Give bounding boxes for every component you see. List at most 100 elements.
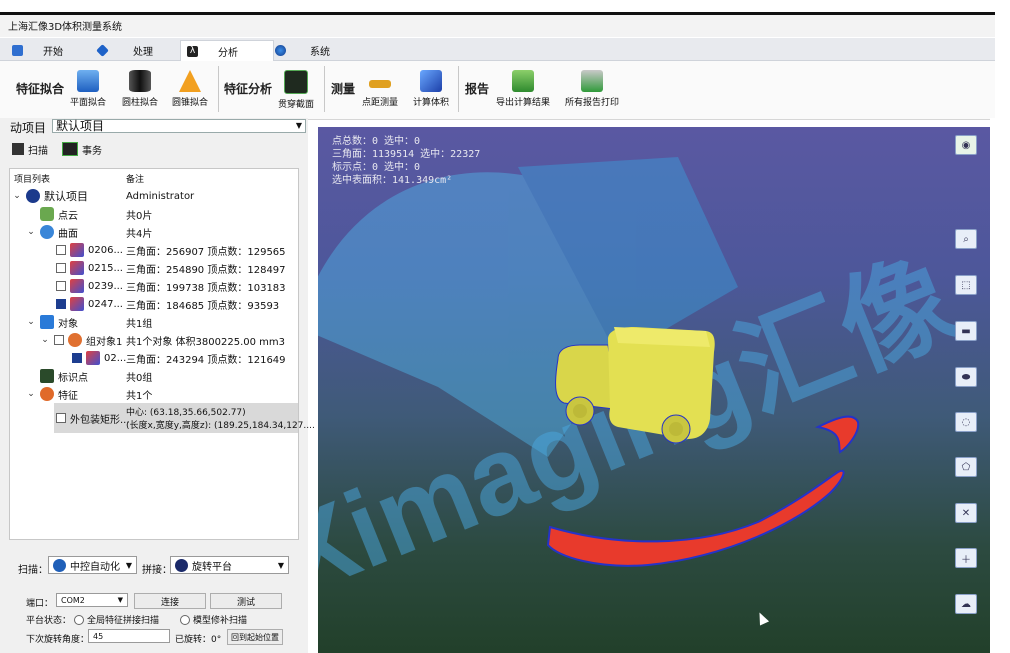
project-tree: 项目列表 备注 ⌄ 默认项目 Administrator 点云 共0片 ⌄ 曲面… (9, 168, 315, 540)
print-all-reports-button[interactable]: 所有报告打印 (563, 70, 621, 108)
radio-global-feature-scan[interactable]: 全局特征拼接扫描 (74, 613, 159, 626)
task-icon (62, 142, 78, 156)
tree-node-markers[interactable]: 标识点 共0组 (10, 367, 298, 385)
cross-section-button[interactable]: 贯穿截面 (268, 70, 324, 110)
checkbox[interactable] (54, 335, 64, 345)
test-button[interactable]: 测试 (210, 593, 282, 609)
tree-node-surface-4[interactable]: 0247... 三角面：184685 顶点数：93593 (10, 295, 298, 313)
radio-model-repair-scan[interactable]: 模型修补扫描 (180, 613, 247, 626)
scan-mode-icon (53, 558, 66, 572)
ribbon-separator (458, 66, 459, 112)
stitch-label: 拼接： (142, 565, 172, 576)
plane-fit-button[interactable]: 平面拟合 (60, 70, 116, 108)
checkbox-checked[interactable] (56, 299, 66, 309)
chevron-down-icon: ⌄ (41, 335, 49, 345)
diamond-icon (96, 43, 109, 57)
subtab-scan[interactable]: 扫描 (12, 141, 48, 157)
tree-node-pointcloud[interactable]: 点云 共0片 (10, 205, 298, 223)
eye-icon[interactable]: ◉ (955, 135, 977, 155)
compute-volume-button[interactable]: 计算体积 (403, 70, 459, 108)
checkbox[interactable] (56, 281, 66, 291)
tree-node-group-item[interactable]: 02... 三角面：243294 顶点数：121649 (10, 349, 298, 367)
group-feature-analysis: 特征分析 (224, 82, 273, 96)
connect-button[interactable]: 连接 (134, 593, 206, 609)
tree-node-group-1[interactable]: ⌄ 组对象1 共1个对象 体积3800225.00 mm3 (10, 331, 298, 349)
cloud-icon[interactable]: ☁ (955, 594, 977, 614)
delete-selection-icon[interactable]: ✕ (955, 503, 977, 523)
surface-icon (40, 225, 54, 239)
window-title: 上海汇像3D体积测量系统 (8, 22, 123, 33)
objects-icon (40, 315, 54, 329)
tab-system[interactable]: 系统 (275, 40, 345, 60)
scan-mode-select[interactable]: 中控自动化 ▼ (48, 556, 137, 574)
checkbox[interactable] (56, 413, 66, 423)
mesh-icon (70, 297, 84, 311)
cross-section-icon (284, 70, 308, 94)
rotated-status: 已旋转：0° (175, 635, 222, 645)
next-angle-label: 下次旋转角度： (26, 635, 90, 645)
radio-button[interactable] (180, 614, 190, 625)
export-results-button[interactable]: 导出计算结果 (494, 70, 552, 108)
ribbon-separator (218, 66, 219, 112)
chevron-down-icon: ▼ (295, 121, 302, 130)
rectangle-select-icon[interactable]: ▬ (955, 321, 977, 341)
cone-icon (179, 70, 201, 92)
tree-node-bounding-box[interactable]: 外包装矩形... 中心: (63.18,35.66,502.77) (长度x,宽… (54, 403, 315, 433)
printer-icon (581, 70, 603, 92)
tab-analysis[interactable]: λ 分析 (180, 40, 274, 61)
stitch-mode-select[interactable]: 旋转平台 ▼ (170, 556, 289, 574)
tree-node-surface-3[interactable]: 0239... 三角面：199738 顶点数：103183 (10, 277, 298, 295)
project-select[interactable]: 默认项目 ▼ (52, 119, 306, 133)
3d-viewport[interactable]: Ximaging汇像 (318, 127, 990, 653)
add-selection-icon[interactable]: ＋ (955, 548, 977, 568)
tab-process[interactable]: 处理 (96, 40, 172, 60)
export-icon (512, 70, 534, 92)
lasso-select-icon[interactable]: ◌ (955, 412, 977, 432)
distance-measure-button[interactable]: 点距测量 (352, 70, 408, 108)
feature-icon (40, 387, 54, 401)
pointcloud-icon (40, 207, 54, 221)
tree-node-features[interactable]: ⌄ 特征 共1个 (10, 385, 298, 403)
chevron-down-icon: ▼ (277, 560, 284, 570)
next-angle-input[interactable]: 45 (88, 629, 170, 643)
return-home-button[interactable]: 回到起始位置 (227, 629, 283, 645)
tree-header-name: 项目列表 (14, 175, 51, 185)
cylinder-icon (129, 70, 151, 92)
ellipse-select-icon[interactable]: ⬬ (955, 367, 977, 387)
checkbox-checked[interactable] (72, 353, 82, 363)
zoom-icon[interactable]: ⌕ (955, 229, 977, 249)
cone-fit-button[interactable]: 圆锥拟合 (162, 70, 218, 108)
port-label: 端口： (26, 599, 54, 609)
project-icon (26, 189, 40, 203)
port-select[interactable]: COM2 ▼ (56, 593, 128, 607)
marker-icon (40, 369, 54, 383)
mesh-icon (70, 279, 84, 293)
scan-label: 扫描： (18, 565, 48, 576)
tree-node-surface-2[interactable]: 0215... 三角面：254890 顶点数：128497 (10, 259, 298, 277)
globe-icon (275, 44, 286, 56)
tree-node-surface-1[interactable]: 0206... 三角面：256907 顶点数：129565 (10, 241, 298, 259)
cylinder-fit-button[interactable]: 圆柱拟合 (112, 70, 168, 108)
tree-header-note: 备注 (126, 175, 145, 185)
right-margin (990, 118, 1010, 653)
group-feature-fit: 特征拟合 (16, 82, 65, 96)
chevron-down-icon: ▼ (117, 596, 123, 604)
group-report: 报告 (465, 82, 490, 96)
tab-start[interactable]: 开始 (12, 40, 82, 60)
subtab-task[interactable]: 事务 (62, 141, 102, 157)
chevron-down-icon: ⌄ (13, 191, 21, 201)
chevron-down-icon: ⌄ (27, 389, 35, 399)
select-rect-icon[interactable]: ⬚ (955, 275, 977, 295)
radio-button[interactable] (74, 614, 84, 625)
mesh-icon (70, 261, 84, 275)
turntable-icon (175, 558, 188, 572)
polygon-select-icon[interactable]: ⬠ (955, 457, 977, 477)
tree-node-root[interactable]: ⌄ 默认项目 Administrator (10, 187, 298, 205)
tree-node-surface[interactable]: ⌄ 曲面 共4片 (10, 223, 298, 241)
mesh-icon (70, 243, 84, 257)
checkbox[interactable] (56, 245, 66, 255)
checkbox[interactable] (56, 263, 66, 273)
lambda-icon: λ (187, 45, 198, 57)
group-object-icon (68, 333, 82, 347)
tree-node-objects[interactable]: ⌄ 对象 共1组 (10, 313, 298, 331)
